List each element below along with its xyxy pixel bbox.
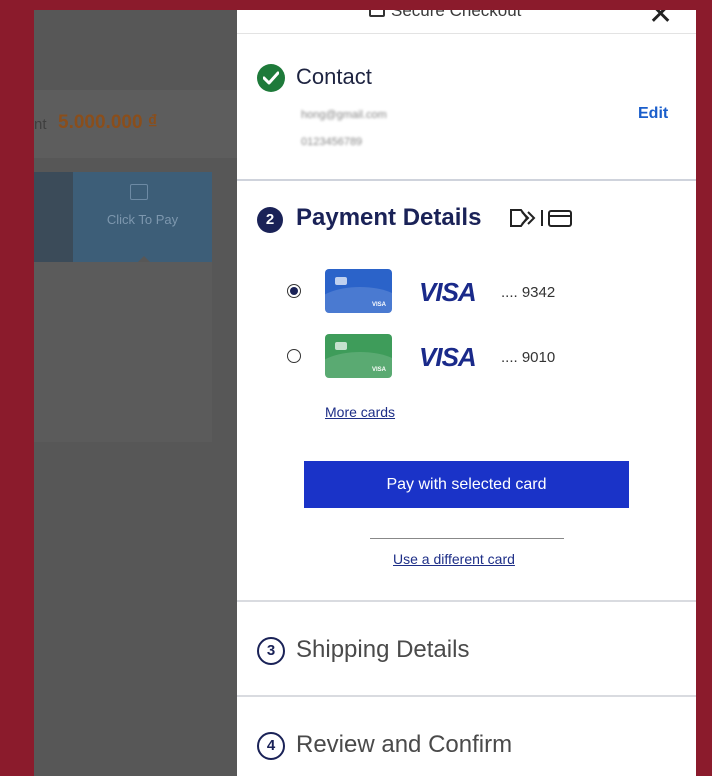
contact-email: hong@gmail.com: [301, 109, 387, 121]
visa-logo: VISA: [419, 342, 477, 372]
step-number: 4: [257, 732, 285, 760]
card-last-digits: .... 9342: [501, 284, 556, 301]
edit-contact-link[interactable]: Edit: [638, 105, 668, 123]
card-image: VISA: [325, 334, 392, 378]
shipping-details-title[interactable]: Shipping Details: [296, 636, 469, 664]
card-radio[interactable]: [287, 349, 301, 363]
contact-phone: 0123456789: [301, 136, 363, 148]
header-title: Secure Checkout: [369, 10, 521, 21]
close-button[interactable]: ✕: [648, 10, 673, 32]
card-radio-selected[interactable]: [287, 284, 301, 298]
separator-line: [370, 538, 564, 539]
use-different-card-link[interactable]: Use a different card: [393, 551, 515, 567]
visa-logo: VISA: [419, 277, 477, 307]
more-cards-link[interactable]: More cards: [325, 404, 395, 420]
card-option[interactable]: VISA VISA .... 9342: [237, 269, 696, 315]
payment-details-title: Payment Details: [296, 204, 482, 231]
payment-method-tabs: Click To Pay: [34, 172, 212, 262]
check-circle-icon: [257, 64, 285, 92]
tab-click-to-pay-label: Click To Pay: [106, 212, 179, 227]
tab-previous-method[interactable]: [34, 172, 73, 262]
card-image: VISA: [325, 269, 392, 313]
checkout-panel: Secure Checkout ✕ Contact hong@gmail.com…: [237, 10, 696, 776]
tab-click-to-pay[interactable]: Click To Pay: [73, 172, 212, 262]
review-and-confirm-title[interactable]: Review and Confirm: [296, 731, 512, 759]
lock-icon: [369, 10, 385, 17]
header-title-text: Secure Checkout: [391, 10, 522, 20]
contact-title: Contact: [296, 64, 372, 89]
card-option[interactable]: VISA VISA .... 9010: [237, 334, 696, 380]
step-number: 3: [257, 637, 285, 665]
step-number: 2: [257, 207, 283, 233]
amount-value: 5.000.000 ₫: [58, 112, 158, 133]
card-last-digits: .... 9010: [501, 349, 556, 366]
pay-with-selected-card-button[interactable]: Pay with selected card: [304, 461, 629, 508]
section-divider: [237, 600, 696, 602]
header-divider: [237, 33, 696, 34]
amount-label: nt: [34, 116, 47, 133]
click-to-pay-icon: [509, 208, 579, 233]
wallet-icon: [130, 184, 148, 200]
background-panel: [34, 262, 212, 442]
section-divider: [237, 179, 696, 181]
section-divider: [237, 695, 696, 697]
